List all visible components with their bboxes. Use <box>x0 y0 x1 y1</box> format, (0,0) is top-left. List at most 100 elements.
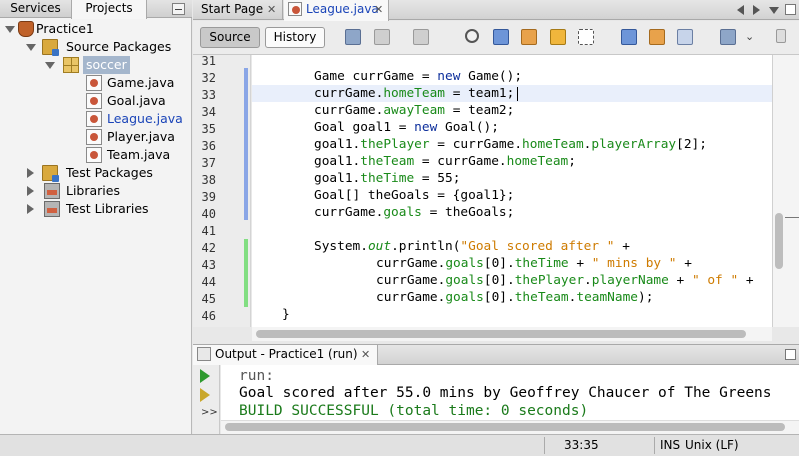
toggle-highlight-icon[interactable] <box>550 29 566 45</box>
code-line: Goal[] theGoals = {goal1}; <box>314 188 515 203</box>
last-edit-icon[interactable] <box>345 29 361 45</box>
line-endings[interactable]: Unix (LF) <box>685 435 739 456</box>
minimize-panel-button[interactable] <box>172 3 185 15</box>
tree-item-label: Source Packages <box>66 39 172 54</box>
caret-position: 33:35 <box>564 438 599 452</box>
change-marker-green <box>244 239 248 307</box>
chevron-down-icon[interactable] <box>26 44 36 51</box>
output-line: BUILD SUCCESSFUL (total time: 0 seconds) <box>239 403 589 419</box>
package-icon <box>63 57 79 73</box>
code-line: currGame.homeTeam = team1; <box>314 86 515 101</box>
line-number: 45 <box>201 292 216 306</box>
chevron-down-icon[interactable] <box>5 26 15 33</box>
tree-item-label: Libraries <box>66 183 120 198</box>
tab-label: League.java <box>306 2 379 16</box>
line-number: 38 <box>201 173 216 187</box>
next-bookmark-icon[interactable] <box>649 29 665 45</box>
shift-left-icon[interactable] <box>720 29 736 45</box>
forward-icon[interactable] <box>413 29 429 45</box>
output-horizontal-scroll-thumb[interactable] <box>225 423 785 431</box>
output-line: Goal scored after 55.0 mins by Geoffrey … <box>239 385 772 401</box>
editor-toolbar: Source History ⌄ <box>193 21 799 55</box>
scroll-tabs-left-icon[interactable] <box>737 5 744 15</box>
split-handle-icon[interactable] <box>785 217 799 218</box>
code-line: goal1.theTime = 55; <box>314 171 461 186</box>
tree-item-label: Game.java <box>107 75 175 90</box>
line-number: 41 <box>201 224 216 238</box>
source-button[interactable]: Source <box>200 27 260 48</box>
tab-projects[interactable]: Projects <box>71 0 147 19</box>
tab-league-java[interactable]: League.java ✕ <box>284 0 389 21</box>
scroll-tabs-right-icon[interactable] <box>753 5 760 15</box>
status-separator <box>544 437 545 454</box>
output-line: run: <box>239 368 274 384</box>
horizontal-scroll-thumb[interactable] <box>256 330 746 338</box>
folder-icon <box>42 39 59 56</box>
toggle-rect-selection-icon[interactable] <box>578 29 594 45</box>
line-number-gutter: 31 32 33 34 35 36 37 38 39 40 41 42 43 4… <box>193 54 251 327</box>
close-icon[interactable]: ✕ <box>374 0 383 19</box>
tree-item-label: soccer <box>83 56 130 74</box>
code-line: currGame.awayTeam = team2; <box>314 103 515 118</box>
code-line: goal1.theTeam = currGame.homeTeam; <box>314 154 576 169</box>
find-icon[interactable] <box>465 29 479 43</box>
tab-list-dropdown-icon[interactable] <box>769 7 779 14</box>
java-file-icon <box>86 129 102 145</box>
line-number: 34 <box>201 105 216 119</box>
tree-item-label: League.java <box>107 111 183 126</box>
chevron-right-icon[interactable] <box>27 204 34 214</box>
toggle-bookmark-icon[interactable] <box>677 29 693 45</box>
tree-item-label: Practice1 <box>36 21 94 36</box>
editor-tab-bar: Start Page ✕ League.java ✕ <box>193 0 799 21</box>
code-line: System.out.println("Goal scored after " … <box>314 239 630 254</box>
change-marker-blue <box>244 68 248 220</box>
java-file-icon <box>288 2 302 16</box>
history-button[interactable]: History <box>265 27 325 48</box>
line-number: 40 <box>201 207 216 221</box>
chevron-right-icon[interactable] <box>27 186 34 196</box>
java-file-icon <box>86 75 102 91</box>
tab-label: Start Page <box>201 2 264 16</box>
code-line: Game currGame = new Game(); <box>314 69 523 84</box>
close-icon[interactable]: ✕ <box>267 0 276 19</box>
line-number: 46 <box>201 309 216 323</box>
chevron-down-icon[interactable] <box>45 62 55 69</box>
line-number: 35 <box>201 122 216 136</box>
code-line: currGame.goals[0].theTime + " mins by " … <box>376 256 692 271</box>
more-actions-button[interactable]: >> <box>201 407 218 418</box>
previous-bookmark-icon[interactable] <box>621 29 637 45</box>
library-icon <box>44 183 60 199</box>
chevron-right-icon[interactable] <box>27 168 34 178</box>
line-number: 33 <box>201 88 216 102</box>
find-previous-icon[interactable] <box>493 29 509 45</box>
back-icon[interactable] <box>374 29 390 45</box>
tree-item-label: Test Packages <box>66 165 153 180</box>
more-tools-chevron-icon[interactable]: ⌄ <box>745 31 755 42</box>
insert-mode[interactable]: INS <box>660 435 680 456</box>
close-icon[interactable]: ✕ <box>361 345 370 364</box>
tab-start-page[interactable]: Start Page ✕ <box>193 0 283 20</box>
rerun-with-params-icon[interactable] <box>200 388 210 402</box>
folder-icon <box>42 165 59 182</box>
restore-window-icon[interactable] <box>785 349 796 360</box>
vertical-scrollbar[interactable] <box>772 55 799 327</box>
text-caret <box>517 87 518 101</box>
status-separator <box>654 437 655 454</box>
tab-output[interactable]: Output - Practice1 (run) ✕ <box>193 345 378 365</box>
vertical-scroll-thumb[interactable] <box>775 213 783 269</box>
output-window-icon <box>197 347 211 361</box>
rerun-icon[interactable] <box>200 369 210 383</box>
line-number: 36 <box>201 139 216 153</box>
find-next-icon[interactable] <box>521 29 537 45</box>
code-line: currGame.goals[0].thePlayer.playerName +… <box>376 273 754 288</box>
line-number: 39 <box>201 190 216 204</box>
tree-item-label: Goal.java <box>107 93 166 108</box>
left-panel-tabs: Services Projects <box>0 0 192 19</box>
tab-services[interactable]: Services <box>0 0 71 18</box>
code-editor[interactable]: Game currGame = new Game(); currGame.hom… <box>252 55 772 327</box>
project-cup-icon <box>18 21 34 37</box>
line-number: 44 <box>201 275 216 289</box>
line-number: 43 <box>201 258 216 272</box>
split-editor-icon[interactable] <box>776 29 786 43</box>
restore-window-icon[interactable] <box>785 4 796 15</box>
